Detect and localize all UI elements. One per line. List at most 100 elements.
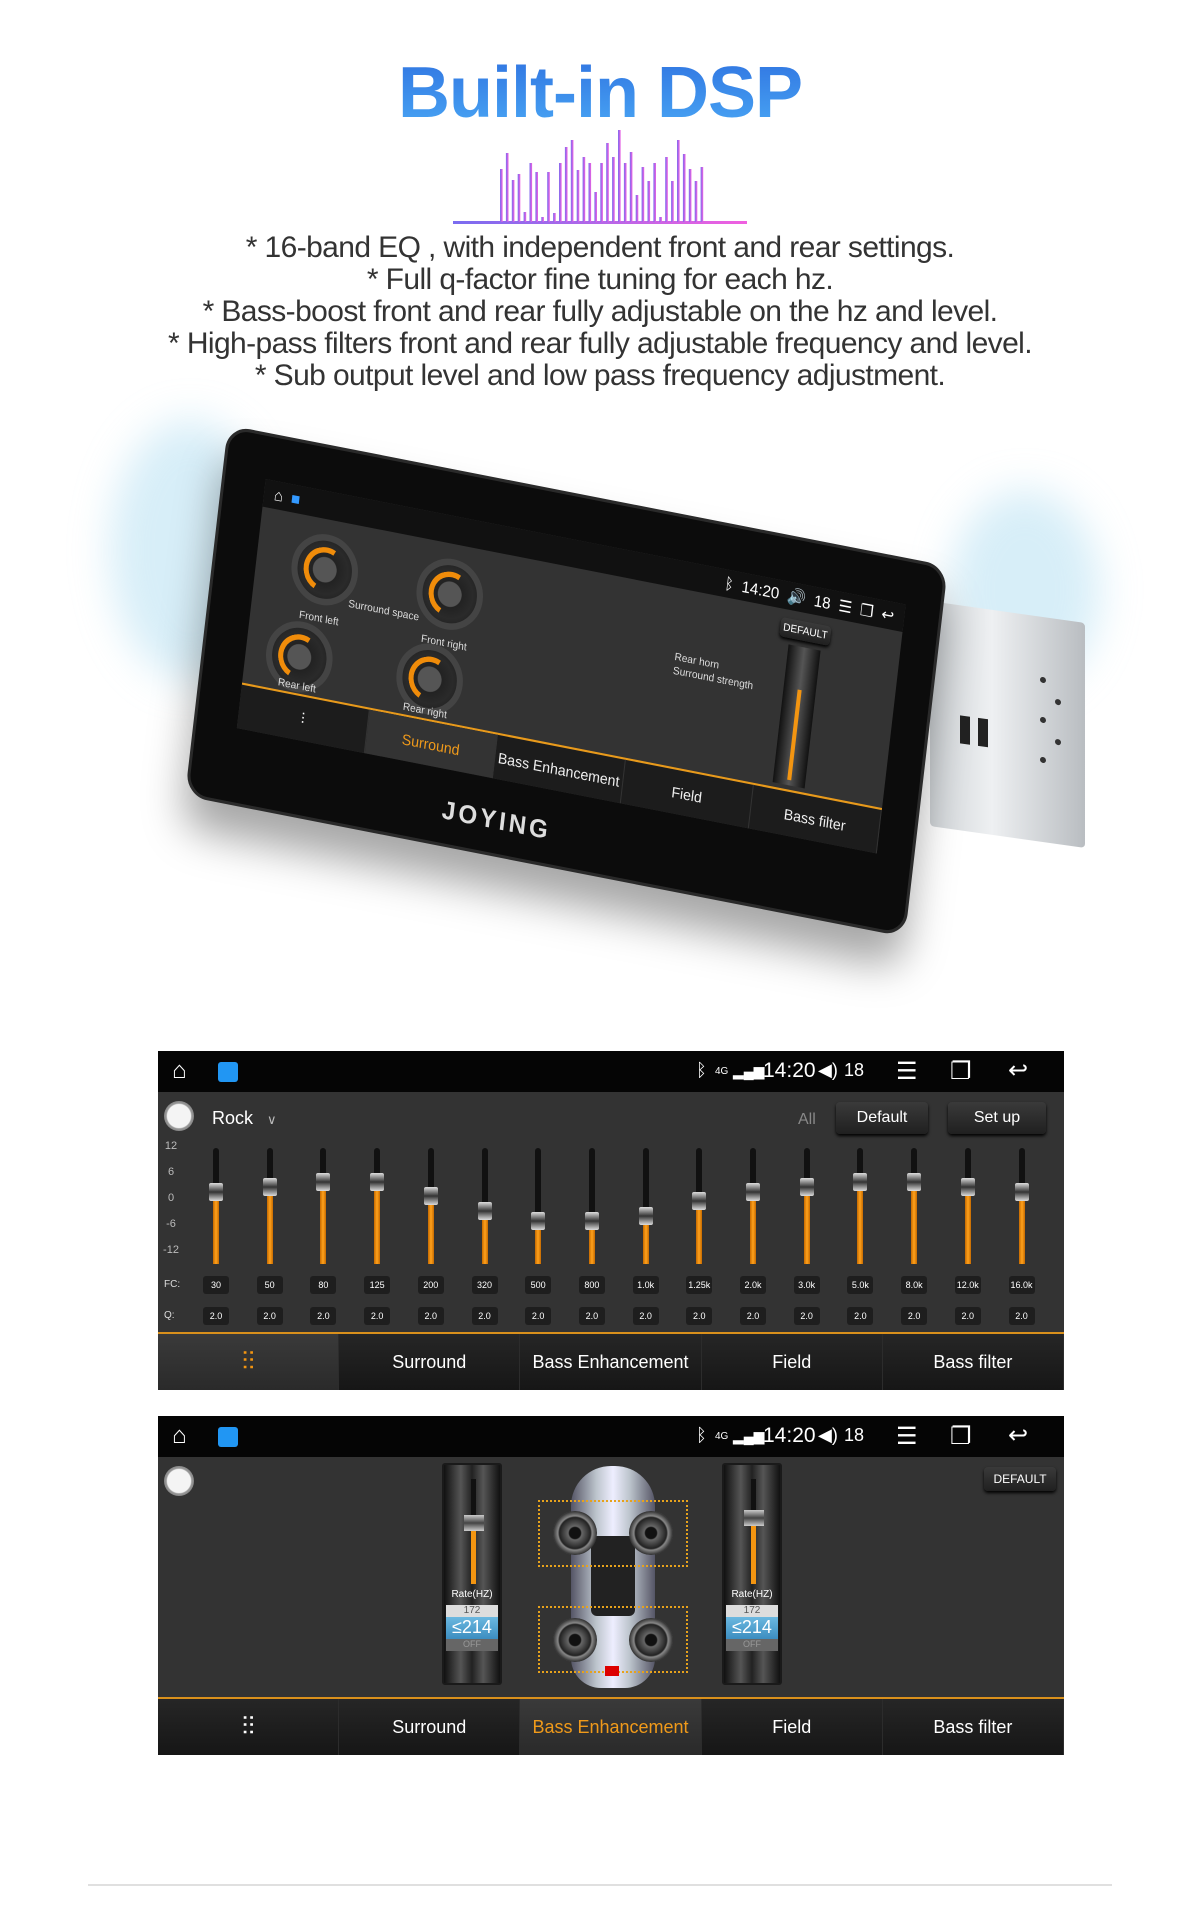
tab-eq[interactable]: ⫶ [236, 684, 370, 754]
tab-surround[interactable]: Surround [364, 709, 498, 779]
eq-slider-thumb[interactable] [423, 1187, 438, 1206]
slider-thumb[interactable] [464, 1514, 484, 1531]
gauge-front-right[interactable] [412, 552, 487, 636]
fc-value[interactable]: 8.0k [901, 1276, 928, 1294]
eq-slider-thumb[interactable] [746, 1182, 760, 1201]
eq-slider-thumb[interactable] [370, 1172, 385, 1191]
rate-option[interactable]: OFF [726, 1639, 778, 1651]
fc-value[interactable]: 16.0k [1008, 1276, 1035, 1294]
app-icon[interactable]: ■ [290, 489, 301, 509]
volume-icon[interactable]: 🔊 [786, 586, 807, 609]
volume-icon[interactable]: ◀) [818, 1425, 838, 1446]
q-value[interactable]: 2.0 [901, 1307, 928, 1325]
default-button[interactable]: DEFAULT [779, 616, 832, 646]
fc-value[interactable]: 30 [203, 1276, 229, 1294]
fc-value[interactable]: 50 [256, 1276, 283, 1294]
eq-slider-thumb[interactable] [1014, 1182, 1029, 1201]
fc-value[interactable]: 3.0k [793, 1276, 820, 1294]
recent-apps-icon[interactable]: ❐ [950, 1057, 972, 1086]
tab-bass-filter[interactable]: Bass filter [882, 1699, 1064, 1755]
q-value[interactable]: 2.0 [632, 1307, 659, 1325]
menu-icon[interactable]: ☰ [896, 1422, 918, 1451]
recent-apps-icon[interactable]: ❐ [859, 600, 875, 622]
eq-slider-thumb[interactable] [907, 1172, 922, 1191]
tab-field[interactable]: Field [701, 1699, 883, 1755]
home-icon[interactable]: ⌂ [172, 1057, 187, 1085]
back-icon[interactable]: ↩ [1008, 1421, 1028, 1450]
rate-option[interactable]: OFF [446, 1639, 498, 1651]
tab-surround[interactable]: Surround [339, 1334, 521, 1390]
q-value[interactable]: 2.0 [686, 1307, 713, 1325]
eq-slider-thumb[interactable] [531, 1211, 546, 1230]
tab-surround[interactable]: Surround [339, 1699, 521, 1755]
eq-slider-thumb[interactable] [799, 1177, 814, 1196]
eq-slider-thumb[interactable] [584, 1211, 599, 1230]
q-value[interactable]: 2.0 [793, 1307, 820, 1325]
fc-value[interactable]: 1.0k [632, 1276, 659, 1294]
front-bass-slider[interactable]: Rate(HZ) 172 ≤214 OFF [442, 1463, 502, 1685]
fc-value[interactable]: 5.0k [847, 1276, 874, 1294]
eq-slider-thumb[interactable] [477, 1201, 492, 1220]
slider-thumb[interactable] [744, 1510, 764, 1527]
q-value[interactable]: 2.0 [310, 1307, 337, 1325]
surround-strength-slider[interactable] [772, 644, 821, 789]
fc-value[interactable]: 800 [578, 1276, 605, 1294]
power-knob[interactable] [164, 1466, 194, 1496]
tab-bass-enhancement[interactable]: Bass Enhancement [520, 1334, 702, 1390]
q-value[interactable]: 2.0 [1008, 1307, 1035, 1325]
rate-selected[interactable]: ≤214 [726, 1617, 778, 1639]
q-value[interactable]: 2.0 [256, 1307, 283, 1325]
fc-value[interactable]: 125 [364, 1276, 391, 1294]
rate-option[interactable]: 172 [446, 1605, 498, 1617]
q-value[interactable]: 2.0 [471, 1307, 498, 1325]
q-value[interactable]: 2.0 [525, 1307, 552, 1325]
fc-value[interactable]: 200 [417, 1276, 444, 1294]
eq-slider-thumb[interactable] [960, 1177, 975, 1196]
back-icon[interactable]: ↩ [880, 604, 895, 625]
rate-option[interactable]: 172 [726, 1605, 778, 1617]
q-value[interactable]: 2.0 [740, 1307, 766, 1325]
eq-slider-thumb[interactable] [638, 1206, 653, 1225]
all-toggle[interactable]: All [798, 1111, 816, 1129]
q-value[interactable]: 2.0 [847, 1307, 874, 1325]
fc-value[interactable]: 80 [310, 1276, 337, 1294]
fc-value[interactable]: 320 [471, 1276, 498, 1294]
tab-bass-enhancement[interactable]: Bass Enhancement [520, 1699, 702, 1755]
q-value[interactable]: 2.0 [364, 1307, 391, 1325]
app-icon[interactable] [218, 1427, 238, 1447]
back-icon[interactable]: ↩ [1008, 1056, 1028, 1085]
default-button[interactable]: DEFAULT [984, 1467, 1056, 1491]
power-knob[interactable] [164, 1101, 194, 1131]
app-icon[interactable] [218, 1062, 238, 1082]
eq-slider-thumb[interactable] [262, 1177, 277, 1196]
rate-selected[interactable]: ≤214 [446, 1617, 498, 1639]
menu-icon[interactable]: ☰ [838, 596, 854, 618]
fc-value[interactable]: 500 [525, 1276, 552, 1294]
q-value[interactable]: 2.0 [954, 1307, 981, 1325]
fc-value[interactable]: 2.0k [740, 1276, 766, 1294]
home-icon[interactable]: ⌂ [273, 486, 284, 506]
recent-apps-icon[interactable]: ❐ [950, 1422, 972, 1451]
home-icon[interactable]: ⌂ [172, 1422, 187, 1450]
fc-value[interactable]: 1.25k [686, 1276, 713, 1294]
tab-field[interactable]: Field [620, 759, 754, 829]
eq-slider-thumb[interactable] [853, 1172, 868, 1191]
q-value[interactable]: 2.0 [417, 1307, 444, 1325]
eq-slider-thumb[interactable] [209, 1182, 223, 1201]
eq-slider-thumb[interactable] [692, 1192, 707, 1211]
tab-bass-filter[interactable]: Bass filter [882, 1334, 1064, 1390]
tab-bass-filter[interactable]: Bass filter [748, 785, 882, 854]
menu-icon[interactable]: ☰ [896, 1057, 918, 1086]
volume-icon[interactable]: ◀) [818, 1060, 838, 1081]
tab-field[interactable]: Field [701, 1334, 883, 1390]
q-value[interactable]: 2.0 [578, 1307, 605, 1325]
q-value[interactable]: 2.0 [203, 1307, 229, 1325]
setup-button[interactable]: Set up [948, 1102, 1046, 1134]
tab-bass-enhancement[interactable]: Bass Enhancement [492, 734, 626, 804]
rear-bass-slider[interactable]: Rate(HZ) 172 ≤214 OFF [722, 1463, 782, 1685]
eq-slider-thumb[interactable] [316, 1172, 331, 1191]
tab-eq[interactable]: ⫶⫶ [158, 1699, 340, 1755]
preset-dropdown[interactable]: Rock ∨ [212, 1108, 277, 1129]
tab-eq[interactable]: ⫶⫶ [158, 1334, 340, 1390]
default-button[interactable]: Default [836, 1102, 928, 1134]
